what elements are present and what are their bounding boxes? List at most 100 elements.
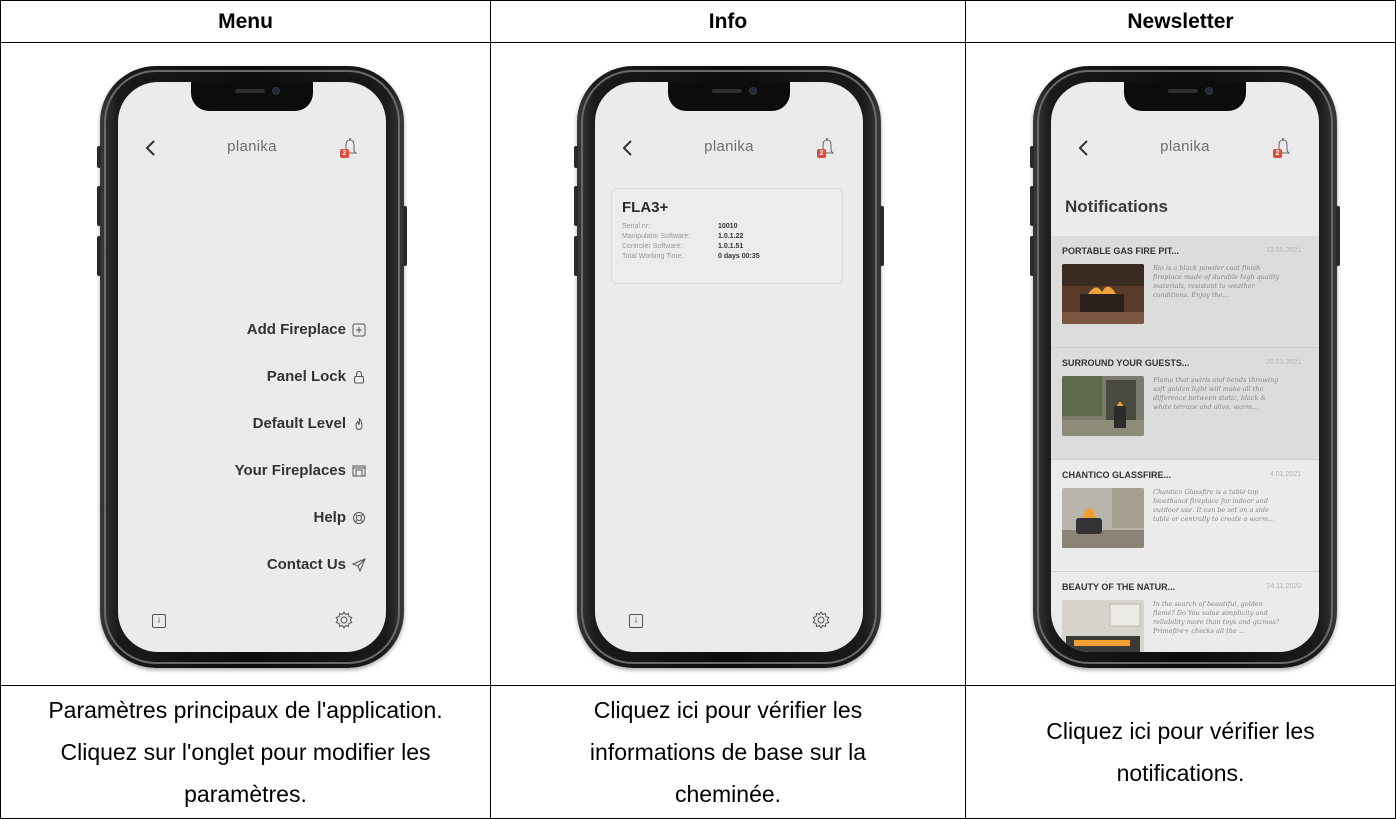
phone-volume-up [97, 186, 101, 226]
gear-icon[interactable] [811, 610, 831, 630]
lifebuoy-icon [353, 511, 365, 524]
info-label: Manipulator Software: [622, 233, 691, 240]
column-header-newsletter: Newsletter [1127, 9, 1234, 33]
send-icon [352, 557, 366, 572]
notifications-button[interactable]: 2 [1273, 136, 1293, 158]
menu-item-add-fireplace[interactable]: Add Fireplace [126, 306, 366, 353]
notification-excerpt: Flame that swirls and bends throwing sof… [1153, 376, 1279, 411]
plus-square-icon [352, 323, 366, 336]
notification-badge: 2 [340, 149, 349, 158]
menu-list: Add Fireplace Panel Lock Default Level Y… [126, 306, 366, 588]
phone-power-button [1336, 206, 1340, 266]
app-header: planika 2 [118, 134, 386, 162]
notification-item[interactable]: CHANTICO GLASSFIRE... 4.01.2021 Chantico… [1051, 460, 1319, 572]
notification-excerpt: Chantico Glassfire is a table top bioeth… [1153, 488, 1275, 523]
phone-volume-down [97, 236, 101, 276]
phone-volume-down [574, 236, 578, 276]
notifications-heading: Notifications [1065, 197, 1168, 216]
fireplace-info-card: FLA3+ Serial nr: 10010 Manipulator Softwa… [611, 188, 843, 284]
gear-icon[interactable] [334, 610, 354, 630]
info-label: Controler Software: [622, 243, 683, 250]
table-header-divider [0, 42, 1396, 43]
menu-item-your-fireplaces[interactable]: Your Fireplaces [126, 447, 366, 494]
menu-item-label: Contact Us [266, 556, 346, 573]
menu-item-label: Help [313, 509, 346, 526]
flame-icon [355, 417, 363, 430]
menu-item-help[interactable]: Help [126, 494, 366, 541]
notch-speaker [712, 89, 742, 93]
menu-item-contact-us[interactable]: Contact Us [126, 541, 366, 588]
caption-menu: Paramètres principaux de l'application. … [48, 697, 443, 807]
info-row-working-time: Total Working Time: 0 days 00:35 [622, 253, 832, 260]
app-header: planika 2 [1051, 134, 1319, 162]
phone-volume-up [574, 186, 578, 226]
column-header-info: Info [708, 9, 748, 33]
phone-power-button [403, 206, 407, 266]
phone-notch [1124, 82, 1246, 111]
screen-menu: planika 2 Add Fireplace Panel Lock Defau… [118, 82, 386, 652]
notification-title: SURROUND YOUR GUESTS... [1062, 358, 1190, 368]
info-row-manipulator: Manipulator Software: 1.0.1.22 [622, 233, 832, 240]
notification-title: PORTABLE GAS FIRE PIT... [1062, 246, 1179, 256]
menu-item-label: Add Fireplace [246, 321, 346, 338]
notification-item[interactable]: PORTABLE GAS FIRE PIT... 13.05.2021 Rio … [1051, 236, 1319, 348]
caption-newsletter: Cliquez ici pour vérifier les notificati… [1046, 718, 1315, 786]
notification-item[interactable]: SURROUND YOUR GUESTS... 20.03.2021 Flame… [1051, 348, 1319, 460]
notch-speaker [235, 89, 265, 93]
menu-item-label: Panel Lock [266, 368, 346, 385]
column-header-menu: Menu [218, 9, 273, 33]
notification-date: 13.05.2021 [1265, 247, 1301, 254]
info-row-controller: Controler Software: 1.0.1.51 [622, 243, 832, 250]
phone-info: planika 2 FLA3+ Serial nr: 10010 Manipula… [574, 66, 884, 668]
info-label: Serial nr: [622, 223, 651, 230]
notification-date: 20.03.2021 [1265, 359, 1301, 366]
phone-menu: planika 2 Add Fireplace Panel Lock Defau… [97, 66, 407, 668]
notification-thumbnail [1062, 488, 1144, 548]
notification-thumbnail [1062, 376, 1144, 436]
info-label: Total Working Time: [622, 253, 684, 260]
info-icon[interactable]: i [152, 614, 166, 628]
notification-badge: 2 [1273, 149, 1282, 158]
info-value: 1.0.1.51 [718, 243, 744, 250]
notifications-list: PORTABLE GAS FIRE PIT... 13.05.2021 Rio … [1051, 236, 1319, 652]
menu-item-default-level[interactable]: Default Level [126, 400, 366, 447]
screen-newsletter: planika 2 Notifications PORTABLE GAS FIR… [1051, 82, 1319, 652]
notification-excerpt: In the search of beautiful, golden flame… [1153, 600, 1280, 635]
app-header: planika 2 [595, 134, 863, 162]
notifications-button[interactable]: 2 [340, 136, 360, 158]
phone-volume-down [1030, 236, 1034, 276]
notch-camera [272, 87, 280, 95]
notch-camera [749, 87, 757, 95]
notification-title: CHANTICO GLASSFIRE... [1062, 470, 1172, 480]
notifications-button[interactable]: 2 [817, 136, 837, 158]
menu-item-panel-lock[interactable]: Panel Lock [126, 353, 366, 400]
phone-notch [668, 82, 790, 111]
info-value: 0 days 00:35 [718, 253, 760, 260]
phone-mute-switch [1030, 146, 1034, 168]
phone-newsletter: planika 2 Notifications PORTABLE GAS FIR… [1030, 66, 1340, 668]
caption-info: Cliquez ici pour vérifier les informatio… [589, 697, 867, 807]
menu-item-label: Your Fireplaces [234, 462, 346, 479]
notification-item[interactable]: BEAUTY OF THE NATUR... 24.11.2020 In the… [1051, 572, 1319, 652]
info-value: 10010 [718, 223, 738, 230]
bottom-bar: i [118, 592, 386, 652]
phone-power-button [880, 206, 884, 266]
notification-excerpt: Rio is a black powder coat finish firepl… [1153, 264, 1280, 299]
fireplace-icon [352, 465, 366, 476]
phone-notch [191, 82, 313, 111]
notification-date: 24.11.2020 [1266, 583, 1301, 590]
notification-badge: 2 [817, 149, 826, 158]
info-row-serial: Serial nr: 10010 [622, 223, 832, 230]
screen-info: planika 2 FLA3+ Serial nr: 10010 Manipula… [595, 82, 863, 652]
notch-speaker [1168, 89, 1198, 93]
info-icon[interactable]: i [629, 614, 643, 628]
fireplace-model-title: FLA3+ [622, 199, 669, 216]
notch-camera [1205, 87, 1213, 95]
lock-icon [354, 370, 364, 383]
phone-volume-up [1030, 186, 1034, 226]
bottom-bar: i [595, 592, 863, 652]
notification-thumbnail [1062, 264, 1144, 324]
phone-mute-switch [97, 146, 101, 168]
notification-date: 4.01.2021 [1269, 471, 1301, 478]
notification-thumbnail [1062, 600, 1144, 652]
